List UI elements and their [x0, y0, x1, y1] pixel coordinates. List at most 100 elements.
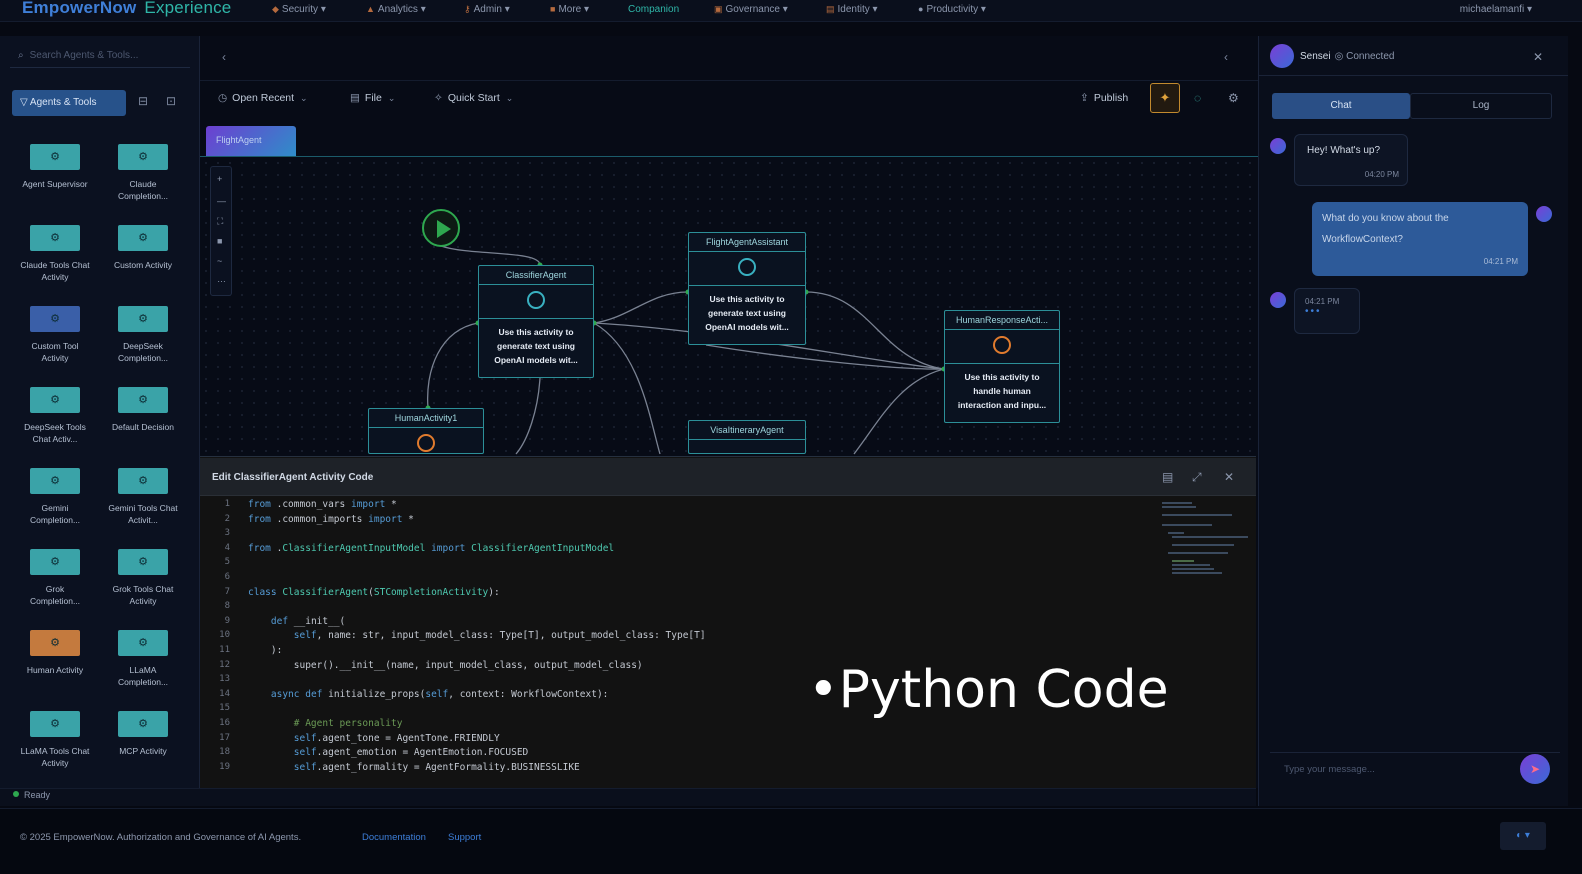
- avatar: [1270, 292, 1286, 308]
- line-number: 7: [224, 586, 230, 597]
- chat-message-bot: Hey! What's up? 04:20 PM: [1294, 134, 1408, 186]
- slide-overlay-caption: •Python Code: [808, 660, 1169, 720]
- connection-status-text: Connected: [1346, 51, 1395, 62]
- tab-chat[interactable]: Chat: [1272, 93, 1410, 119]
- status-bar: [0, 788, 1256, 806]
- node-description: Use this activity to handle human intera…: [957, 372, 1047, 410]
- brain-icon: [417, 434, 435, 452]
- line-number: 12: [219, 659, 230, 670]
- brain-icon: [527, 291, 545, 309]
- edge-classifier-visa: [593, 322, 661, 455]
- line-number: 16: [219, 718, 230, 728]
- avatar: [1536, 206, 1552, 222]
- avatar: [1270, 138, 1286, 154]
- footer-copyright: © 2025 EmpowerNow. Authorization and Gov…: [20, 832, 302, 843]
- overlay-text: Python Code: [838, 660, 1169, 720]
- close-icon[interactable]: ✕: [1224, 470, 1234, 484]
- minimap-line: [1172, 572, 1222, 574]
- edge-classifier-human1: [426, 322, 479, 409]
- node-title: VisaItineraryAgent: [689, 421, 805, 440]
- minimap-line: [1172, 564, 1210, 566]
- minimap-line: [1172, 560, 1194, 562]
- edge-classifier-down: [515, 377, 541, 455]
- code-line[interactable]: # Agent personality: [248, 718, 403, 729]
- line-number: 17: [219, 732, 230, 743]
- line-number: 11: [219, 645, 230, 655]
- line-number: 13: [219, 674, 230, 685]
- line-number: 10: [219, 630, 230, 641]
- node-description: Use this activity to generate text using…: [705, 294, 789, 332]
- close-icon[interactable]: ✕: [1533, 50, 1543, 64]
- node-title: HumanResponseActi...: [945, 311, 1059, 330]
- node-icon-row: [369, 428, 483, 453]
- line-number: 1: [224, 499, 230, 509]
- message-time: 04:21 PM: [1305, 297, 1340, 306]
- node-icon-row: [479, 285, 593, 319]
- line-number: 14: [219, 688, 230, 699]
- line-number: 5: [224, 557, 230, 568]
- code-line[interactable]: from .ClassifierAgentInputModel import C…: [248, 543, 614, 554]
- line-number: 9: [224, 615, 230, 626]
- message-text: What do you know about the WorkflowConte…: [1322, 213, 1449, 245]
- minimap-line: [1162, 524, 1212, 526]
- theme-toggle-button[interactable]: ◐ ▾: [1500, 822, 1546, 850]
- send-button[interactable]: ➤: [1520, 754, 1550, 784]
- node-human-response-activity[interactable]: HumanResponseActi... Use this activity t…: [944, 310, 1060, 423]
- message-time: 04:21 PM: [1483, 257, 1518, 266]
- minimap-line: [1172, 544, 1234, 546]
- code-line[interactable]: async def initialize_props(self, context…: [248, 689, 609, 700]
- code-line[interactable]: class ClassifierAgent(STCompletionActivi…: [248, 587, 500, 598]
- code-editor-title: Edit ClassifierAgent Activity Code: [212, 472, 374, 483]
- code-line[interactable]: self.agent_formality = AgentFormality.BU…: [248, 762, 580, 773]
- line-number: 18: [219, 747, 230, 758]
- line-number: 4: [224, 542, 230, 553]
- code-minimap[interactable]: [1160, 500, 1248, 580]
- node-flight-agent-assistant[interactable]: FlightAgentAssistant Use this activity t…: [688, 232, 806, 345]
- node-title: HumanActivity1: [369, 409, 483, 428]
- line-number: 3: [224, 528, 230, 539]
- minimap-line: [1162, 506, 1196, 508]
- code-line[interactable]: from .common_imports import *: [248, 514, 414, 525]
- send-icon: ➤: [1529, 762, 1541, 776]
- line-number: 8: [224, 601, 230, 612]
- code-line[interactable]: def __init__(: [248, 616, 345, 627]
- minimap-line: [1162, 514, 1232, 516]
- code-line[interactable]: from .common_vars import *: [248, 499, 397, 510]
- moon-icon: ◐: [1516, 830, 1523, 841]
- start-node-play-icon[interactable]: [422, 209, 460, 247]
- chat-title: Sensei ◎ Connected: [1300, 51, 1394, 62]
- minimap-line: [1172, 536, 1248, 538]
- code-line[interactable]: ):: [248, 645, 282, 656]
- node-title: FlightAgentAssistant: [689, 233, 805, 252]
- status-text: Ready: [24, 790, 51, 800]
- typing-indicator: •••: [1305, 306, 1322, 317]
- footer-link-documentation[interactable]: Documentation: [362, 832, 426, 843]
- minimap-line: [1168, 552, 1228, 554]
- node-visa-itinerary-agent[interactable]: VisaItineraryAgent: [688, 420, 806, 454]
- code-line[interactable]: self.agent_tone = AgentTone.FRIENDLY: [248, 733, 500, 744]
- chat-message-bot-typing: 04:21 PM •••: [1294, 288, 1360, 334]
- save-icon[interactable]: ▤: [1162, 470, 1173, 484]
- overlay-bullet: •: [808, 660, 839, 720]
- edge-flight-loop: [705, 344, 945, 370]
- code-line[interactable]: self.agent_emotion = AgentEmotion.FOCUSE…: [248, 747, 529, 758]
- footer-link-support[interactable]: Support: [448, 832, 481, 843]
- avatar: [1270, 44, 1294, 68]
- brain-icon: [993, 336, 1011, 354]
- assistant-name: Sensei: [1300, 51, 1331, 62]
- expand-icon[interactable]: ⤢: [1192, 470, 1202, 485]
- node-icon-row: [945, 330, 1059, 364]
- node-icon-row: [689, 252, 805, 286]
- edge-classifier-flight: [593, 291, 689, 324]
- line-number: 6: [224, 572, 230, 582]
- minimap-line: [1168, 532, 1184, 534]
- node-human-activity-1[interactable]: HumanActivity1: [368, 408, 484, 454]
- edge-humanresponse-visa: [853, 368, 945, 455]
- node-classifier-agent[interactable]: ClassifierAgent Use this activity to gen…: [478, 265, 594, 378]
- tab-log[interactable]: Log: [1410, 93, 1552, 119]
- message-text: Hey! What's up?: [1307, 145, 1381, 156]
- brain-icon: [738, 258, 756, 276]
- code-line[interactable]: self, name: str, input_model_class: Type…: [248, 630, 706, 641]
- code-line[interactable]: super().__init__(name, input_model_class…: [248, 660, 643, 671]
- line-number: 2: [224, 513, 230, 524]
